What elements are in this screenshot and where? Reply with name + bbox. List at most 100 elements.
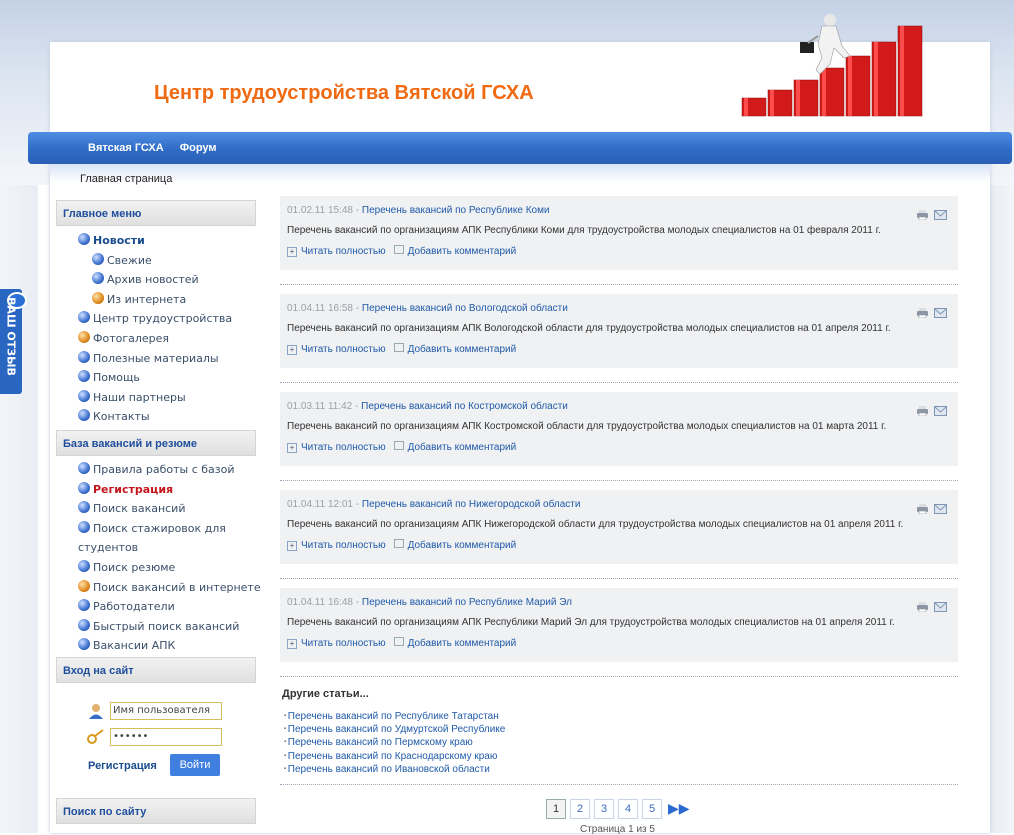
article-title-link[interactable]: Перечень вакансий по Костромской области [361,401,568,412]
divider [280,578,958,579]
menu-item[interactable]: Новости [50,231,265,251]
page-link[interactable]: 3 [594,799,614,819]
read-more-link[interactable]: Читать полностью [301,442,386,453]
article-title-link[interactable]: Перечень вакансий по Вологодской области [362,303,568,314]
menu-item[interactable]: Из интернета [50,290,265,310]
blue-globe-icon [78,559,90,572]
menu-item[interactable]: Поиск стажировок для студентов [50,519,228,558]
article-actions: + Читать полностью Добавить комментарий [287,539,516,551]
blue-globe-icon [78,501,90,514]
email-icon[interactable] [934,597,947,612]
menu-item-label: Архив новостей [107,273,199,287]
menu-item[interactable]: Поиск вакансий в интернете [50,578,265,598]
print-icon[interactable] [916,205,929,221]
blue-globe-icon [92,252,104,265]
page-link[interactable]: 5 [642,799,662,819]
email-icon[interactable] [934,205,947,220]
comment-icon [393,343,404,352]
menu-item[interactable]: Свежие [50,251,265,271]
menu-item-label: Помощь [93,371,140,385]
other-article-link[interactable]: Перечень вакансий по Удмуртской Республи… [284,723,506,736]
menu-item[interactable]: Регистрация [50,480,265,500]
add-comment-link[interactable]: Добавить комментарий [408,638,517,649]
read-more-link[interactable]: Читать полностью [301,638,386,649]
menu-item-label: Фотогалерея [93,331,170,345]
print-icon[interactable] [916,401,929,417]
menu-item[interactable]: Правила работы с базой [50,460,265,480]
menu-item[interactable]: Наши партнеры [50,388,265,408]
username-field[interactable]: Имя пользователя [110,702,222,720]
print-icon[interactable] [916,499,929,515]
article-title-link[interactable]: Перечень вакансий по Нижегородской облас… [362,499,581,510]
menu-item[interactable]: Быстрый поиск вакансий [50,617,265,637]
menu-item-label: Поиск резюме [93,560,176,574]
nav-item-vgsha[interactable]: Вятская ГСХА [82,139,170,157]
expand-icon: + [287,639,297,649]
menu-item[interactable]: Архив новостей [50,270,265,290]
add-comment-link[interactable]: Добавить комментарий [408,540,517,551]
blue-globe-icon [78,618,90,631]
menu-item[interactable]: Работодатели [50,597,265,617]
article-meta: 01.02.11 15:48 - Перечень вакансий по Ре… [287,205,550,216]
page-link[interactable]: 4 [618,799,638,819]
print-icon[interactable] [916,303,929,319]
article-actions: + Читать полностью Добавить комментарий [287,245,516,257]
comment-icon [393,245,404,254]
menu-item[interactable]: Вакансии АПК [50,636,265,656]
expand-icon: + [287,345,297,355]
page-link[interactable]: 2 [570,799,590,819]
email-icon[interactable] [934,303,947,318]
vacancy-base-menu: Правила работы с базой Регистрация Поиск в… [50,460,265,656]
menu-item[interactable]: Контакты [50,407,265,427]
menu-item-label: Поиск стажировок для студентов [78,521,226,555]
read-more-link[interactable]: Читать полностью [301,344,386,355]
menu-item-label: Центр трудоустройства [93,312,233,326]
vacancy-base-header: База вакансий и резюме [56,430,256,456]
blue-globe-icon [78,599,90,612]
nav-item-forum[interactable]: Форум [174,139,223,157]
menu-item[interactable]: Поиск вакансий [50,499,265,519]
background-right [988,185,1014,833]
register-link[interactable]: Регистрация [88,760,157,772]
breadcrumb[interactable]: Главная страница [80,173,172,185]
email-icon[interactable] [934,401,947,416]
menu-item[interactable]: Полезные материалы [50,349,265,369]
article-date: 01.04.11 12:01 [287,499,353,510]
feedback-label[interactable]: ВАШ ОТЗЫВ [5,296,18,378]
other-article-link[interactable]: Перечень вакансий по Краснодарскому краю [284,750,505,763]
blue-globe-icon [78,520,90,533]
menu-item[interactable]: Поиск резюме [50,558,265,578]
article-summary: Перечень вакансий по организациям АПК Во… [287,323,891,334]
article-title-link[interactable]: Перечень вакансий по Республике Марий Эл [362,597,572,608]
user-icon [89,704,103,719]
read-more-link[interactable]: Читать полностью [301,540,386,551]
article-actions: + Читать полностью Добавить комментарий [287,343,516,355]
password-field[interactable]: •••••• [110,728,222,746]
add-comment-link[interactable]: Добавить комментарий [408,246,517,257]
pagination: 1 2 3 4 5 ▶▶ [546,799,690,819]
site-title: Центр трудоустройства Вятской ГСХА [154,82,534,104]
menu-item[interactable]: Помощь [50,368,265,388]
page-caption: Страница 1 из 5 [580,824,655,835]
other-article-link[interactable]: Перечень вакансий по Ивановской области [284,763,505,776]
menu-item-label: Свежие [107,253,152,267]
growth-chart-logo-icon [741,14,923,117]
read-more-link[interactable]: Читать полностью [301,246,386,257]
menu-item[interactable]: Центр трудоустройства [50,309,265,329]
print-icon[interactable] [916,597,929,613]
expand-icon: + [287,247,297,257]
menu-item[interactable]: Фотогалерея [50,329,265,349]
article-date: 01.02.11 15:48 [287,205,353,216]
divider [280,676,958,677]
article-card: 01.04.11 12:01 - Перечень вакансий по Ни… [280,490,958,564]
article-title-link[interactable]: Перечень вакансий по Республике Коми [362,205,550,216]
other-article-link[interactable]: Перечень вакансий по Пермскому краю [284,736,505,749]
expand-icon: + [287,541,297,551]
next-page-icon[interactable]: ▶▶ [668,799,690,819]
other-article-link[interactable]: Перечень вакансий по Республике Татарста… [284,710,505,723]
email-icon[interactable] [934,499,947,514]
login-button[interactable]: Войти [170,754,220,776]
add-comment-link[interactable]: Добавить комментарий [408,442,517,453]
add-comment-link[interactable]: Добавить комментарий [408,344,517,355]
menu-item-label: Регистрация [93,482,174,496]
